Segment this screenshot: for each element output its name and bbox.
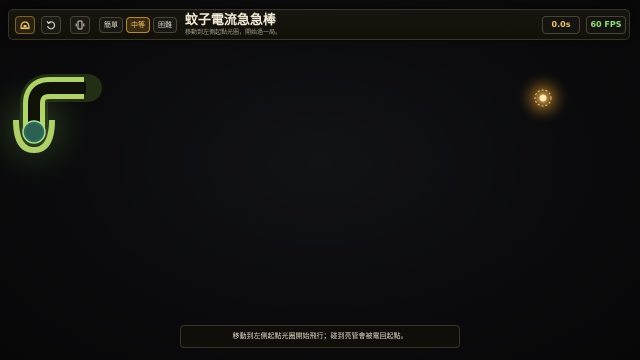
start-ring[interactable] <box>22 120 46 144</box>
difficulty-hard-button[interactable]: 困難 <box>153 17 177 33</box>
difficulty-easy-button[interactable]: 簡單 <box>99 17 123 33</box>
status-message: 移動到左側起點光圈開始飛行；碰到亮管會被電回起點。 <box>180 325 460 348</box>
difficulty-medium-button[interactable]: 中等 <box>126 17 150 33</box>
restart-button[interactable] <box>41 16 61 34</box>
game-screen: 簡單 中等 困難 蚊子電流急急棒 移動到左側起點光圈，開始過一局。 0.0s 6… <box>0 0 640 360</box>
helmet-button[interactable] <box>15 16 35 34</box>
helmet-icon <box>20 20 30 30</box>
timer-display: 0.0s <box>542 16 580 34</box>
fps-display: 60 FPS <box>586 16 626 34</box>
goal-light <box>517 72 569 124</box>
play-area[interactable] <box>0 0 640 360</box>
top-bar: 簡單 中等 困難 蚊子電流急急棒 移動到左側起點光圈，開始過一局。 0.0s 6… <box>8 9 630 40</box>
vibrate-button[interactable] <box>70 16 90 34</box>
restart-icon <box>46 20 56 30</box>
vibrate-icon <box>75 20 85 30</box>
game-subtitle: 移動到左側起點光圈，開始過一局。 <box>185 29 282 36</box>
game-title: 蚊子電流急急棒 <box>185 13 277 28</box>
